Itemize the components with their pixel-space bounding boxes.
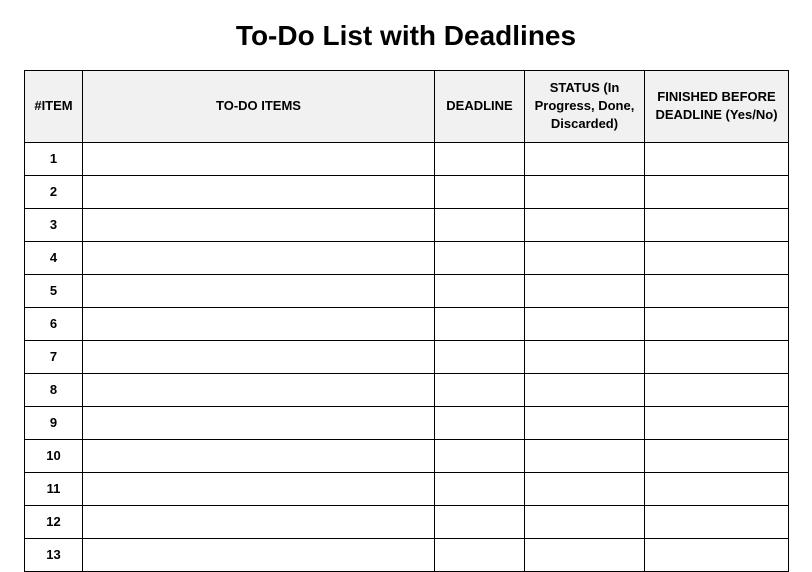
cell-deadline [435,307,525,340]
cell-deadline [435,472,525,505]
page-title: To-Do List with Deadlines [24,20,788,52]
cell-finished [645,340,789,373]
cell-finished [645,274,789,307]
cell-finished [645,241,789,274]
cell-finished [645,142,789,175]
cell-deadline [435,406,525,439]
cell-item-num: 1 [25,142,83,175]
cell-todo [83,538,435,571]
table-header-row: #ITEM TO-DO ITEMS DEADLINE STATUS (In Pr… [25,71,789,143]
cell-status [525,439,645,472]
cell-todo [83,274,435,307]
table-row: 11 [25,472,789,505]
cell-status [525,340,645,373]
cell-deadline [435,538,525,571]
cell-todo [83,439,435,472]
table-row: 6 [25,307,789,340]
cell-status [525,373,645,406]
cell-item-num: 11 [25,472,83,505]
cell-status [525,505,645,538]
cell-finished [645,439,789,472]
cell-status [525,538,645,571]
cell-todo [83,472,435,505]
cell-status [525,472,645,505]
cell-item-num: 7 [25,340,83,373]
cell-status [525,307,645,340]
cell-status [525,406,645,439]
cell-deadline [435,208,525,241]
table-row: 7 [25,340,789,373]
table-row: 2 [25,175,789,208]
cell-deadline [435,142,525,175]
cell-finished [645,538,789,571]
cell-status [525,241,645,274]
cell-item-num: 8 [25,373,83,406]
table-row: 9 [25,406,789,439]
cell-item-num: 4 [25,241,83,274]
cell-item-num: 5 [25,274,83,307]
cell-todo [83,175,435,208]
cell-deadline [435,505,525,538]
cell-deadline [435,241,525,274]
header-status: STATUS (In Progress, Done, Discarded) [525,71,645,143]
cell-todo [83,142,435,175]
table-row: 10 [25,439,789,472]
cell-deadline [435,373,525,406]
cell-deadline [435,274,525,307]
cell-item-num: 12 [25,505,83,538]
header-item-num: #ITEM [25,71,83,143]
todo-table: #ITEM TO-DO ITEMS DEADLINE STATUS (In Pr… [24,70,789,572]
cell-todo [83,373,435,406]
cell-item-num: 10 [25,439,83,472]
cell-item-num: 6 [25,307,83,340]
table-row: 12 [25,505,789,538]
table-row: 3 [25,208,789,241]
cell-todo [83,241,435,274]
cell-finished [645,406,789,439]
cell-finished [645,208,789,241]
header-deadline: DEADLINE [435,71,525,143]
cell-status [525,274,645,307]
cell-item-num: 13 [25,538,83,571]
cell-deadline [435,340,525,373]
cell-status [525,208,645,241]
cell-todo [83,406,435,439]
header-todo-items: TO-DO ITEMS [83,71,435,143]
cell-todo [83,208,435,241]
cell-deadline [435,175,525,208]
table-row: 5 [25,274,789,307]
table-row: 1 [25,142,789,175]
table-row: 4 [25,241,789,274]
cell-status [525,175,645,208]
cell-todo [83,505,435,538]
header-finished: FINISHED BEFORE DEADLINE (Yes/No) [645,71,789,143]
table-row: 13 [25,538,789,571]
cell-item-num: 3 [25,208,83,241]
table-row: 8 [25,373,789,406]
cell-finished [645,472,789,505]
cell-deadline [435,439,525,472]
cell-finished [645,175,789,208]
cell-finished [645,373,789,406]
cell-finished [645,307,789,340]
cell-item-num: 9 [25,406,83,439]
cell-todo [83,340,435,373]
cell-todo [83,307,435,340]
cell-status [525,142,645,175]
cell-item-num: 2 [25,175,83,208]
cell-finished [645,505,789,538]
